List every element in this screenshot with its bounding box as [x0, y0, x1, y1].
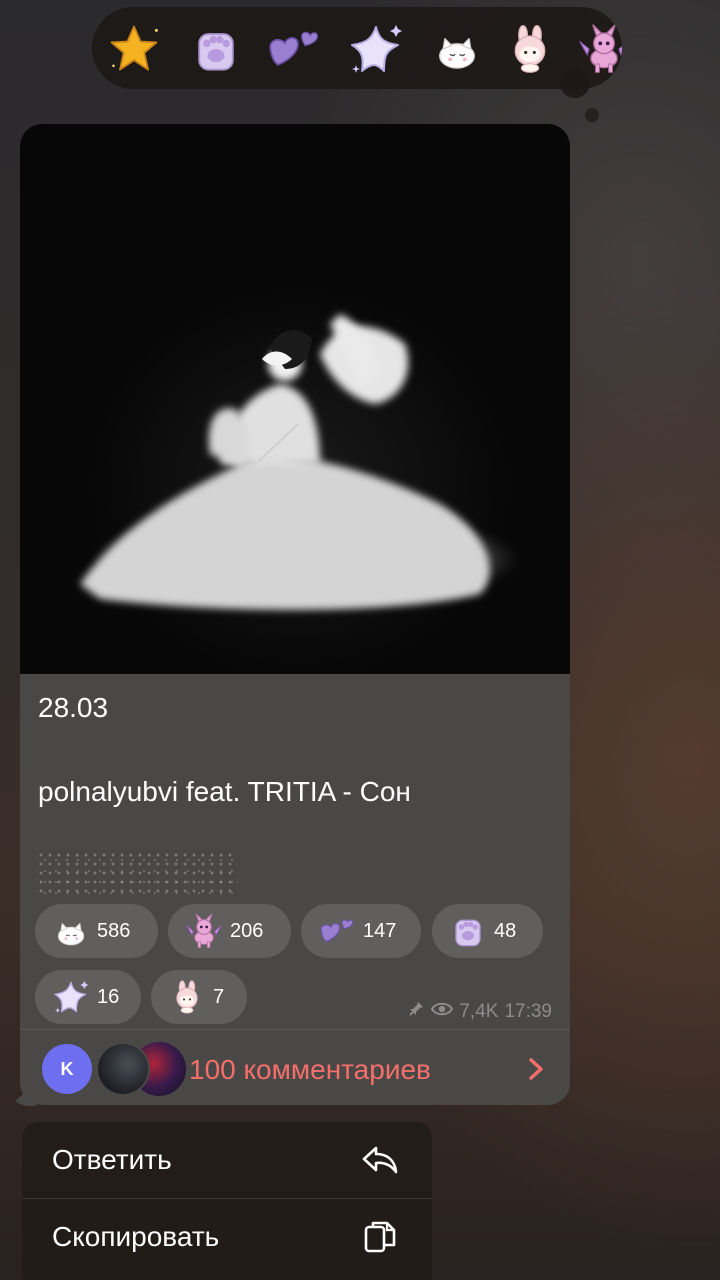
- reaction-picker: [92, 7, 622, 89]
- paw-emoji-icon: [448, 911, 488, 951]
- post-track-text: polnalyubvi feat. TRITIA - Сон: [38, 776, 411, 807]
- commenter-avatar-letter: K: [40, 1042, 94, 1096]
- cat-emoji-icon[interactable]: [427, 19, 487, 79]
- menu-item-reply[interactable]: Ответить: [22, 1122, 432, 1199]
- heart-emoji-icon: [317, 911, 357, 951]
- menu-item-label: Ответить: [52, 1144, 172, 1175]
- reaction-chip-paw[interactable]: 48: [432, 904, 543, 958]
- views-eye-icon: [431, 1001, 454, 1023]
- chevron-right-icon: [525, 1056, 547, 1087]
- reaction-count: 147: [363, 919, 397, 942]
- post-date-text: 28.03: [38, 692, 109, 723]
- menu-item-label: Скопировать: [52, 1221, 220, 1252]
- pin-icon: [407, 1000, 425, 1024]
- cat-emoji-icon: [51, 911, 91, 951]
- menu-item-copy[interactable]: Скопировать: [22, 1199, 432, 1275]
- reaction-count: 7: [213, 985, 225, 1008]
- bunny-emoji-icon: [167, 977, 207, 1017]
- bunny-emoji-icon[interactable]: [500, 19, 560, 79]
- reaction-chip-heart[interactable]: 147: [301, 904, 421, 958]
- reaction-chip-sparkle-star[interactable]: 16: [35, 970, 141, 1024]
- reaction-count: 16: [97, 985, 120, 1008]
- views-count: 7,4K: [459, 1001, 499, 1022]
- post-time: 17:39: [504, 1001, 552, 1022]
- sparkle-star-emoji-icon[interactable]: [346, 19, 406, 79]
- sparkle-star-emoji-icon: [51, 977, 91, 1017]
- reaction-count: 586: [97, 919, 131, 942]
- heart-emoji-icon[interactable]: [264, 19, 324, 79]
- reaction-count: 206: [230, 919, 264, 942]
- pony-emoji-icon: [184, 911, 224, 951]
- reaction-chip-cat[interactable]: 586: [35, 904, 158, 958]
- context-menu: Ответить Скопировать: [22, 1122, 432, 1280]
- reaction-chip-pony[interactable]: 206: [168, 904, 291, 958]
- star-emoji-icon[interactable]: [104, 19, 164, 79]
- comments-count-label: 100 комментариев: [189, 1054, 431, 1085]
- dancer-in-white-dress-image: [80, 314, 520, 610]
- reaction-chip-bunny[interactable]: 7: [151, 970, 247, 1024]
- paw-emoji-icon[interactable]: [186, 19, 246, 79]
- post-meta: 7,4K 17:39: [407, 1000, 552, 1024]
- hidden-spoiler-text[interactable]: [38, 852, 238, 896]
- copy-icon: [360, 1217, 400, 1262]
- picker-tail-dot: [585, 108, 599, 122]
- post-photo[interactable]: [20, 124, 570, 674]
- commenter-avatar: [96, 1042, 150, 1096]
- reaction-count: 48: [494, 919, 517, 942]
- picker-tail: [560, 68, 590, 98]
- comments-button[interactable]: K 100 комментариев: [20, 1030, 570, 1105]
- reply-arrow-icon: [360, 1140, 400, 1185]
- channel-post-bubble[interactable]: 28.03 polnalyubvi feat. TRITIA - Сон 586…: [20, 124, 570, 1105]
